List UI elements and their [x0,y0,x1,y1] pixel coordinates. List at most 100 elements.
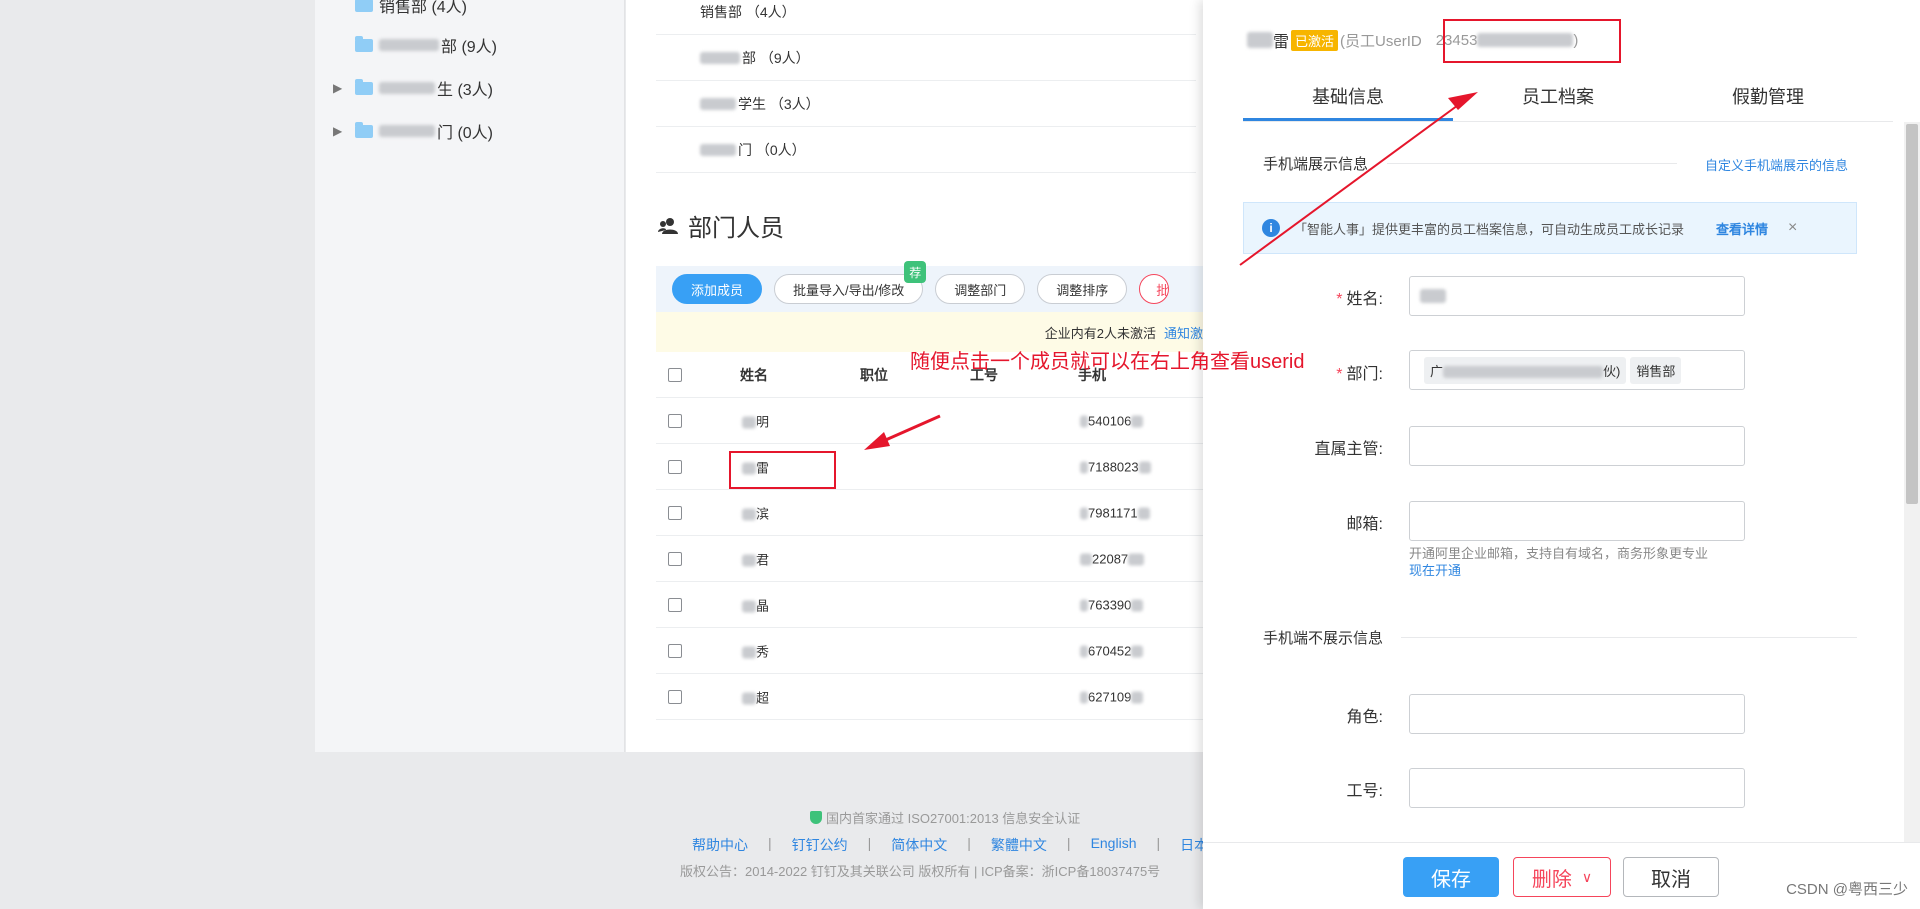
add-member-button[interactable]: 添加成员 [672,274,763,304]
department-detail-panel: 销售部 （4人） 部 （9人） 学生 （3人） 门 （0人） 部门人员 添加成员… [626,0,1216,752]
sub-department-row[interactable]: 销售部 （4人） [656,0,1196,35]
sub-department-row[interactable]: 门 （0人） [656,127,1196,173]
english-link[interactable]: English [1091,835,1137,855]
select-all-checkbox[interactable] [668,367,682,382]
table-row[interactable]: 明 540106 [656,398,1216,444]
department-chip[interactable]: 广伙) [1424,356,1627,384]
member-name[interactable]: 秀 [742,641,769,660]
member-name[interactable]: 君 [742,549,769,568]
tree-item-sales[interactable]: 销售部 (4人) [355,0,467,17]
email-field[interactable] [1409,501,1745,541]
members-section-title: 部门人员 [658,208,784,243]
sub-department-label: 部 （9人） [742,49,810,66]
job-number-field[interactable] [1409,768,1745,808]
member-phone: 763390 [1080,597,1144,612]
redacted-text [1420,289,1446,303]
folder-icon [355,0,373,12]
copyright-text: 版权公告：2014-2022 钉钉及其关联公司 版权所有 | ICP备案：浙IC… [680,864,1161,879]
scrollbar-thumb[interactable] [1906,124,1918,504]
view-details-link[interactable]: 查看详情 [1716,219,1768,238]
drawer-tabs: 基础信息 员工档案 假勤管理 [1243,80,1893,122]
member-name[interactable]: 明 [742,411,769,430]
notice-text: 企业内有2人未激活 [1044,325,1156,341]
mobile-visible-section-title: 手机端展示信息 [1263,156,1369,173]
delete-label: 删除 [1531,868,1572,891]
member-name[interactable]: 晶 [742,595,769,614]
row-checkbox[interactable] [668,505,682,520]
tab-attendance-management[interactable]: 假勤管理 [1663,80,1873,121]
row-checkbox[interactable] [668,413,682,428]
adjust-department-button[interactable]: 调整部门 [935,274,1026,304]
row-checkbox[interactable] [668,459,682,474]
tab-employee-profile[interactable]: 员工档案 [1453,80,1663,121]
mobile-hidden-section-title: 手机端不展示信息 [1263,630,1384,647]
cancel-button[interactable]: 取消 [1623,857,1719,897]
tab-basic-info[interactable]: 基础信息 [1243,80,1453,121]
sub-department-label: 学生 （3人） [738,95,820,112]
help-center-link[interactable]: 帮助中心 [692,835,748,855]
table-row[interactable]: 晶 763390 [656,582,1216,628]
manager-field-label: 直属主管: [1314,441,1383,458]
row-checkbox[interactable] [668,689,682,704]
dingtalk-convention-link[interactable]: 钉钉公约 [792,835,848,855]
member-name[interactable]: 滨 [742,503,769,522]
tree-item-label: 部 (9人) [441,39,498,56]
member-phone: 7981171 [1080,505,1150,520]
department-field[interactable]: 广伙) 销售部 [1409,350,1745,390]
open-now-link[interactable]: 现在开通 [1409,562,1708,579]
direct-manager-field[interactable] [1409,426,1745,466]
folder-icon [355,78,373,95]
sub-department-label: 门 （0人） [738,141,806,158]
close-icon[interactable]: × [1788,219,1797,237]
save-button[interactable]: 保存 [1403,857,1499,897]
csdn-watermark: CSDN @粤西三少 [1786,881,1908,898]
tree-item-label: 门 (0人) [437,125,494,142]
tree-item-dept[interactable]: 部 (9人) [355,33,497,57]
row-checkbox[interactable] [668,643,682,658]
footer-links: 帮助中心 | 钉钉公约 | 简体中文 | 繁體中文 | English | 日本 [692,835,1209,855]
drawer-scrollbar[interactable] [1904,122,1920,842]
info-banner-text: 「智能人事」提供更丰富的员工档案信息，可自动生成员工成长记录 [1294,221,1685,237]
folder-icon [355,121,373,138]
sub-department-row[interactable]: 学生 （3人） [656,81,1196,127]
sub-department-row[interactable]: 部 （9人） [656,35,1196,81]
member-phone: 627109 [1080,689,1144,704]
redacted-text [379,125,435,137]
email-hint-text: 开通阿里企业邮箱，支持自有域名，商务形象更专业 [1409,546,1709,561]
customize-mobile-info-link[interactable]: 自定义手机端展示的信息 [1705,155,1848,174]
import-export-button[interactable]: 批量导入/导出/修改 荐 [774,261,927,304]
role-field-label: 角色: [1346,709,1383,726]
name-field[interactable] [1409,276,1745,316]
member-phone: 540106 [1080,413,1144,428]
smart-hr-info-banner: i 「智能人事」提供更丰富的员工档案信息，可自动生成员工成长记录 查看详情 × [1243,202,1857,254]
batch-button[interactable]: 批 [1139,274,1170,304]
member-name[interactable]: 超 [742,687,769,706]
table-row[interactable]: 秀 670452 [656,628,1216,674]
table-row[interactable]: 超 627109 [656,674,1216,720]
row-checkbox[interactable] [668,551,682,566]
department-chip[interactable]: 销售部 [1630,356,1682,384]
department-tree-panel: 销售部 (4人) 部 (9人) ▶ 生 (3人) ▶ 门 (0人) [315,0,625,752]
recommend-badge: 荐 [904,261,927,283]
member-highlight-box [729,451,836,489]
members-title-text: 部门人员 [688,215,784,242]
traditional-chinese-link[interactable]: 繁體中文 [991,835,1047,855]
tree-item-other[interactable]: ▶ 门 (0人) [333,119,494,143]
tree-item-students[interactable]: ▶ 生 (3人) [333,76,493,100]
table-row[interactable]: 君 22087 [656,536,1216,582]
row-checkbox[interactable] [668,597,682,612]
delete-button[interactable]: 删除 ∨ [1513,857,1611,897]
role-field[interactable] [1409,694,1745,734]
expand-arrow-icon[interactable]: ▶ [333,81,347,95]
table-row[interactable]: 滨 7981171 [656,490,1216,536]
redacted-text [700,97,736,110]
redacted-text [700,143,736,156]
info-icon: i [1262,219,1280,237]
redacted-text [379,82,435,94]
simplified-chinese-link[interactable]: 简体中文 [891,835,947,855]
redacted-text [1247,32,1273,48]
expand-arrow-icon[interactable]: ▶ [333,124,347,138]
divider [1401,637,1857,638]
adjust-order-button[interactable]: 调整排序 [1037,274,1128,304]
column-position: 职位 [860,366,888,383]
